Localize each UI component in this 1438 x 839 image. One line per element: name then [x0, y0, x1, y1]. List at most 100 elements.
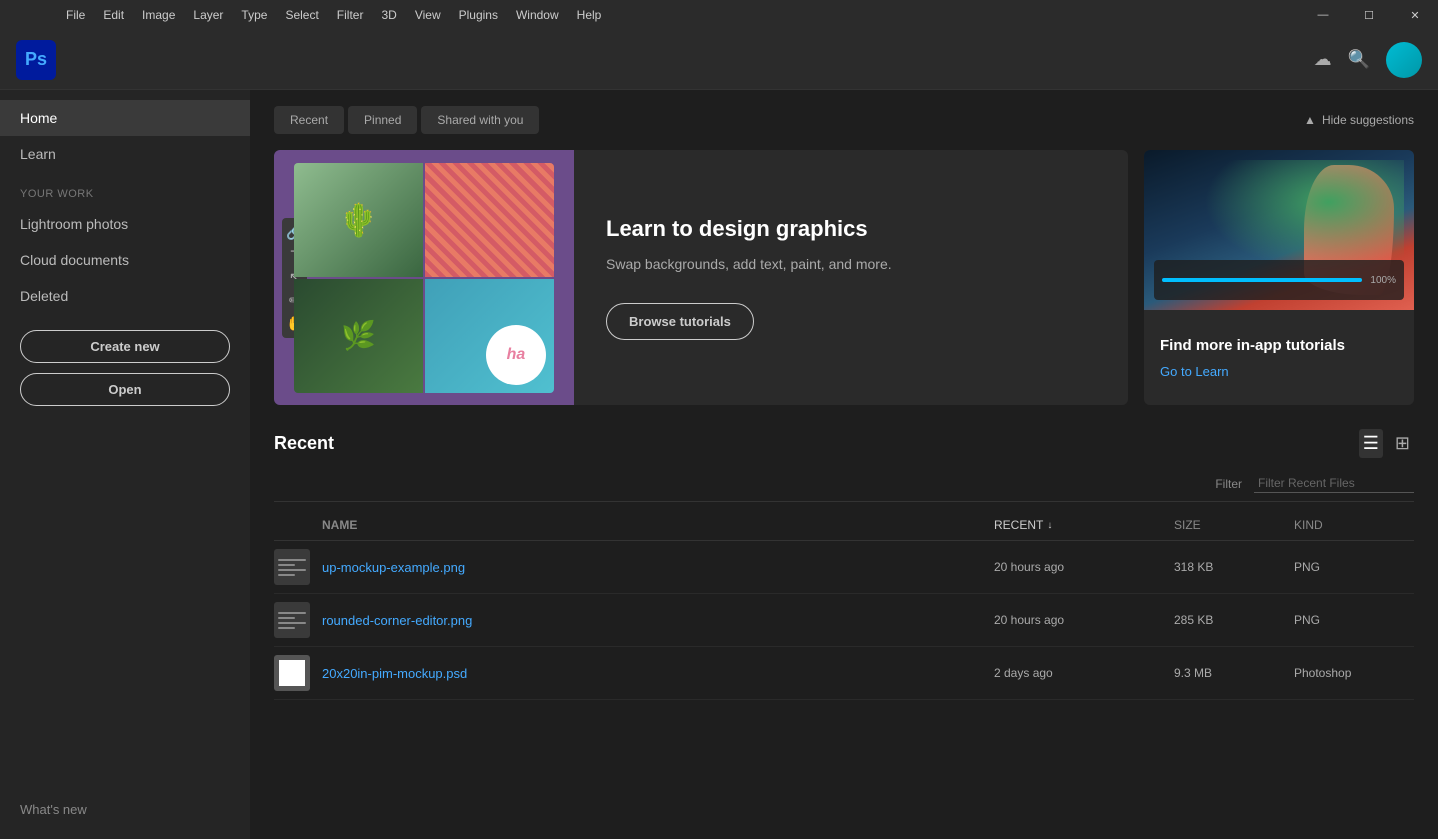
- file-recent-3: 2 days ago: [994, 666, 1174, 680]
- menu-type[interactable]: Type: [233, 6, 275, 24]
- recent-header: Recent ☰ ⊞: [274, 429, 1414, 458]
- header-right: ☁ 🔍: [1314, 42, 1422, 78]
- menu-bar: File Edit Image Layer Type Select Filter…: [58, 6, 609, 24]
- recent-controls: ☰ ⊞: [1359, 429, 1414, 458]
- app-logo: Ps: [16, 40, 56, 80]
- main-content: Recent Pinned Shared with you ▲ Hide sug…: [250, 90, 1438, 839]
- menu-layer[interactable]: Layer: [185, 6, 231, 24]
- app-header: Ps ☁ 🔍: [0, 30, 1438, 90]
- menu-view[interactable]: View: [407, 6, 449, 24]
- file-thumbnail-3: [274, 655, 310, 691]
- menu-window[interactable]: Window: [508, 6, 567, 24]
- col-header-thumb: [274, 518, 322, 532]
- menu-3d[interactable]: 3D: [373, 6, 404, 24]
- file-recent-1: 20 hours ago: [994, 560, 1174, 574]
- menu-plugins[interactable]: Plugins: [451, 6, 506, 24]
- file-kind-1: PNG: [1294, 560, 1414, 574]
- menu-help[interactable]: Help: [569, 6, 610, 24]
- grid-view-toggle[interactable]: ⊞: [1391, 429, 1414, 458]
- tabs-bar: Recent Pinned Shared with you ▲ Hide sug…: [274, 106, 1414, 134]
- sort-arrow-icon: ↓: [1047, 520, 1052, 531]
- tutorials-card-body: Find more in-app tutorials Go to Learn: [1144, 310, 1414, 405]
- collage-cell-4: ha: [425, 279, 554, 393]
- file-recent-2: 20 hours ago: [994, 613, 1174, 627]
- sidebar-item-deleted[interactable]: Deleted: [0, 278, 250, 314]
- sidebar-bottom: What's new: [0, 780, 250, 839]
- search-icon[interactable]: 🔍: [1348, 49, 1370, 70]
- filter-label: Filter: [1215, 477, 1242, 491]
- file-name-1[interactable]: up-mockup-example.png: [322, 560, 994, 575]
- ha-circle: ha: [486, 325, 546, 385]
- menu-filter[interactable]: Filter: [329, 6, 372, 24]
- sidebar-item-cloud-documents[interactable]: Cloud documents: [0, 242, 250, 278]
- menu-file[interactable]: File: [58, 6, 93, 24]
- open-button[interactable]: Open: [20, 373, 230, 406]
- col-header-recent[interactable]: RECENT ↓: [994, 518, 1174, 532]
- thumb-lines-1: [274, 555, 310, 580]
- close-button[interactable]: ✕: [1392, 0, 1438, 30]
- thumb-line: [278, 622, 306, 624]
- maximize-button[interactable]: ☐: [1346, 0, 1392, 30]
- sidebar-item-learn[interactable]: Learn: [0, 136, 250, 172]
- file-kind-3: Photoshop: [1294, 666, 1414, 680]
- find-tutorials-card: 100% Find more in-app tutorials Go to Le…: [1144, 150, 1414, 405]
- cloud-icon[interactable]: ☁: [1314, 49, 1332, 70]
- window-controls: — ☐ ✕: [1300, 0, 1438, 30]
- file-size-3: 9.3 MB: [1174, 666, 1294, 680]
- hide-suggestions-button[interactable]: ▲ Hide suggestions: [1304, 113, 1414, 127]
- menu-select[interactable]: Select: [277, 6, 326, 24]
- tutorial-info: Learn to design graphics Swap background…: [574, 150, 1128, 405]
- thumb-line: [278, 564, 295, 566]
- menu-image[interactable]: Image: [134, 6, 183, 24]
- sidebar-item-lightroom[interactable]: Lightroom photos: [0, 206, 250, 242]
- file-name-2[interactable]: rounded-corner-editor.png: [322, 613, 994, 628]
- thumb-line: [278, 559, 306, 561]
- menu-edit[interactable]: Edit: [95, 6, 132, 24]
- browse-tutorials-button[interactable]: Browse tutorials: [606, 303, 754, 340]
- thumb-line: [278, 612, 306, 614]
- thumb-line: [278, 617, 295, 619]
- avatar[interactable]: [1386, 42, 1422, 78]
- thumb-line: [278, 569, 306, 571]
- progress-bar: [1162, 278, 1362, 282]
- thumb-line: [278, 627, 295, 629]
- list-view-toggle[interactable]: ☰: [1359, 429, 1383, 458]
- file-name-3[interactable]: 20x20in-pim-mockup.psd: [322, 666, 994, 681]
- tab-shared[interactable]: Shared with you: [421, 106, 539, 134]
- col-header-size: SIZE: [1174, 518, 1294, 532]
- files-table: NAME RECENT ↓ SIZE KIND: [274, 510, 1414, 700]
- table-row[interactable]: rounded-corner-editor.png 20 hours ago 2…: [274, 594, 1414, 647]
- table-header: NAME RECENT ↓ SIZE KIND: [274, 510, 1414, 541]
- tutorial-preview: 🔗 T ↖ ✏ ✋ 🌵 🌿: [274, 150, 574, 405]
- hide-suggestions-label: Hide suggestions: [1322, 113, 1414, 127]
- minimize-button[interactable]: —: [1300, 0, 1346, 30]
- tutorial-preview-image: 🌵 🌿 ha: [294, 163, 554, 393]
- thumb-lines-2: [274, 608, 310, 633]
- sidebar-section-your-work: YOUR WORK: [0, 172, 250, 206]
- col-header-kind: KIND: [1294, 518, 1414, 532]
- tutorials-card-title: Find more in-app tutorials: [1160, 337, 1398, 354]
- sidebar-item-home[interactable]: Home: [0, 100, 250, 136]
- thumb-white-3: [279, 660, 304, 685]
- whats-new-link[interactable]: What's new: [20, 796, 230, 823]
- table-row[interactable]: up-mockup-example.png 20 hours ago 318 K…: [274, 541, 1414, 594]
- app-body: Home Learn YOUR WORK Lightroom photos Cl…: [0, 90, 1438, 839]
- col-header-name: NAME: [322, 518, 994, 532]
- tab-pinned[interactable]: Pinned: [348, 106, 417, 134]
- collage-cell-1: 🌵: [294, 163, 423, 277]
- file-size-2: 285 KB: [1174, 613, 1294, 627]
- tab-recent[interactable]: Recent: [274, 106, 344, 134]
- recent-section: Recent ☰ ⊞ Filter NAME RECENT ↓: [274, 429, 1414, 700]
- tutorial-description: Swap backgrounds, add text, paint, and m…: [606, 254, 1096, 275]
- collage-grid: 🌵 🌿 ha: [294, 163, 554, 393]
- tutorials-overlay: 100%: [1154, 260, 1404, 300]
- create-new-button[interactable]: Create new: [20, 330, 230, 363]
- filter-input[interactable]: [1254, 474, 1414, 493]
- tutorial-card: 🔗 T ↖ ✏ ✋ 🌵 🌿: [274, 150, 1128, 405]
- file-size-1: 318 KB: [1174, 560, 1294, 574]
- go-to-learn-link[interactable]: Go to Learn: [1160, 364, 1398, 379]
- collage-cell-2: [425, 163, 554, 277]
- sidebar: Home Learn YOUR WORK Lightroom photos Cl…: [0, 90, 250, 839]
- table-row[interactable]: 20x20in-pim-mockup.psd 2 days ago 9.3 MB…: [274, 647, 1414, 700]
- file-kind-2: PNG: [1294, 613, 1414, 627]
